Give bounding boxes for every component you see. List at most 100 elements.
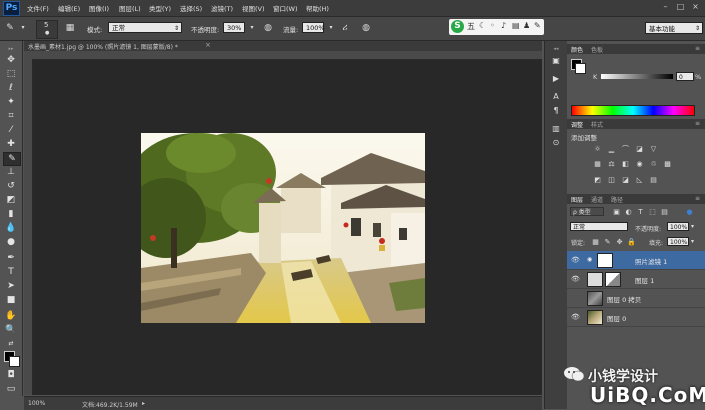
history-icon[interactable]: ▣ xyxy=(549,55,563,67)
chevron-down-icon[interactable]: ▾ xyxy=(691,238,694,245)
document-info[interactable]: 文档:469.2K/1.59M xyxy=(82,400,138,409)
tab-adjustments[interactable]: 调整 xyxy=(571,120,583,129)
layer-opacity-input[interactable]: 100% xyxy=(667,222,689,231)
mode-select[interactable]: 正常 ⇕ xyxy=(108,22,182,33)
filter-type-icon[interactable]: T xyxy=(636,208,645,216)
tab-layers[interactable]: 图层 xyxy=(571,195,583,204)
curves-icon[interactable]: ⌒ xyxy=(621,145,630,153)
ime-mode-label[interactable]: 五 xyxy=(467,21,475,32)
zoom-level[interactable]: 100% xyxy=(28,400,45,407)
menu-window[interactable]: 窗口(W) xyxy=(273,3,298,13)
panel-menu-icon[interactable]: ≡ xyxy=(695,195,700,202)
menu-filter[interactable]: 滤镜(T) xyxy=(211,3,233,13)
exposure-icon[interactable]: ◪ xyxy=(635,145,644,153)
layer-name[interactable]: 图层 1 xyxy=(635,275,654,285)
visibility-eye-icon[interactable]: 👁 xyxy=(571,313,580,321)
maximize-button[interactable]: □ xyxy=(675,2,686,12)
visibility-eye-icon[interactable]: ▢ xyxy=(571,294,578,302)
layer-row[interactable]: 👁 图层 0 xyxy=(567,308,705,327)
filter-shape-icon[interactable]: ⬚ xyxy=(648,208,657,216)
black-white-icon[interactable]: ◧ xyxy=(621,160,630,168)
airbrush-icon[interactable]: ሪ xyxy=(339,22,351,34)
visibility-eye-icon[interactable]: 👁 xyxy=(571,275,580,283)
menu-view[interactable]: 视图(V) xyxy=(242,3,265,13)
move-tool-icon[interactable]: ✥ xyxy=(3,54,19,66)
brush-tool-icon[interactable]: ✎ xyxy=(4,22,16,34)
hand-tool-icon[interactable]: ✋ xyxy=(3,310,19,322)
color-value-input[interactable]: 0 xyxy=(676,72,694,81)
close-button[interactable]: × xyxy=(690,2,701,12)
lock-position-icon[interactable]: ✥ xyxy=(615,238,624,246)
actions-icon[interactable]: ▶ xyxy=(549,73,563,85)
canvas-image[interactable] xyxy=(141,133,425,323)
document-tab[interactable]: 水墨画_素材1.jpg @ 100% (照片滤镜 1, 图层蒙版/8) * × xyxy=(24,41,542,51)
quick-select-tool-icon[interactable]: ✦ xyxy=(3,96,19,108)
brush-tool-icon[interactable]: ✎ xyxy=(3,152,21,166)
clone-source-icon[interactable]: ⊙ xyxy=(549,137,563,149)
brush-presets-icon[interactable]: ▥ xyxy=(549,123,563,135)
quick-mask-icon[interactable]: ◘ xyxy=(3,369,19,381)
selective-color-icon[interactable]: ◺ xyxy=(635,176,644,184)
pressure-size-icon[interactable]: ◍ xyxy=(360,22,372,34)
zoom-tool-icon[interactable]: 🔍 xyxy=(3,324,19,336)
dodge-tool-icon[interactable]: ● xyxy=(3,236,19,248)
color-spectrum[interactable] xyxy=(571,105,695,116)
gradient-map-icon[interactable]: ▤ xyxy=(649,176,658,184)
lock-transparent-icon[interactable]: ▦ xyxy=(591,238,600,246)
chevron-down-icon[interactable]: ▾ xyxy=(17,22,29,34)
lasso-tool-icon[interactable]: ℓ xyxy=(3,82,19,94)
menu-image[interactable]: 图像(I) xyxy=(89,3,109,13)
filter-smart-object-icon[interactable]: ▤ xyxy=(660,208,669,216)
clone-stamp-tool-icon[interactable]: ⊥ xyxy=(3,166,19,178)
marquee-tool-icon[interactable]: ⬚ xyxy=(3,68,19,80)
layer-row[interactable]: 👁 ◉ 照片滤镜 1 xyxy=(567,251,705,270)
levels-icon[interactable]: ▁ xyxy=(607,145,616,153)
layer-row[interactable]: 👁 图层 1 xyxy=(567,270,705,289)
gradient-tool-icon[interactable]: ▮ xyxy=(3,208,19,220)
chevron-right-icon[interactable]: ▸ xyxy=(142,400,145,407)
panel-menu-icon[interactable]: ≡ xyxy=(695,120,700,127)
brush-preset-picker[interactable]: 5 ● xyxy=(36,20,58,39)
moon-icon[interactable]: ☾ xyxy=(479,21,486,30)
path-select-tool-icon[interactable]: ➤ xyxy=(3,280,19,292)
channel-mixer-icon[interactable]: ♲ xyxy=(649,160,658,168)
posterize-icon[interactable]: ◫ xyxy=(607,176,616,184)
layer-mask-thumbnail[interactable] xyxy=(605,272,621,287)
skin-icon[interactable]: ♟ xyxy=(523,21,530,30)
menu-type[interactable]: 类型(Y) xyxy=(149,3,171,13)
eraser-tool-icon[interactable]: ◩ xyxy=(3,194,19,206)
chevron-down-icon[interactable]: ▾ xyxy=(691,223,694,230)
vibrance-icon[interactable]: ▽ xyxy=(649,145,658,153)
history-brush-tool-icon[interactable]: ↺ xyxy=(3,180,19,192)
color-balance-icon[interactable]: ⚖ xyxy=(607,160,616,168)
properties-icon[interactable]: A xyxy=(549,91,563,103)
type-tool-icon[interactable]: T xyxy=(3,266,19,278)
pressure-opacity-icon[interactable]: ◍ xyxy=(262,22,274,34)
black-slider[interactable] xyxy=(601,74,673,79)
layer-row[interactable]: ▢ 图层 0 拷贝 xyxy=(567,289,705,308)
photo-filter-icon[interactable]: ◉ xyxy=(635,160,644,168)
background-color-swatch[interactable] xyxy=(575,63,586,74)
layer-name[interactable]: 照片滤镜 1 xyxy=(635,256,667,266)
filter-toggle-icon[interactable]: ● xyxy=(685,208,694,216)
lock-pixels-icon[interactable]: ✎ xyxy=(603,238,612,246)
blur-tool-icon[interactable]: 💧 xyxy=(3,222,19,234)
workspace-switcher[interactable]: 基本功能 ⇕ xyxy=(645,22,703,34)
menu-layer[interactable]: 图层(L) xyxy=(119,3,141,13)
layer-name[interactable]: 图层 0 xyxy=(607,313,626,323)
filter-adjustment-icon[interactable]: ◐ xyxy=(624,208,633,216)
crop-tool-icon[interactable]: ⌗ xyxy=(3,110,19,122)
panel-menu-icon[interactable]: ≡ xyxy=(695,45,700,52)
brush-panel-icon[interactable]: ▦ xyxy=(64,22,76,34)
paragraph-icon[interactable]: ¶ xyxy=(549,105,563,117)
layer-name[interactable]: 图层 0 拷贝 xyxy=(607,294,641,304)
threshold-icon[interactable]: ◪ xyxy=(621,176,630,184)
tab-paths[interactable]: 路径 xyxy=(611,195,623,204)
tab-color[interactable]: 颜色 xyxy=(571,45,583,54)
hue-saturation-icon[interactable]: ▦ xyxy=(593,160,602,168)
filter-pixel-icon[interactable]: ▣ xyxy=(612,208,621,216)
collapse-icon[interactable]: ◂◂ xyxy=(549,43,563,55)
opacity-input[interactable]: 30% xyxy=(223,22,245,33)
screen-mode-icon[interactable]: ▭ xyxy=(3,383,19,395)
brightness-icon[interactable]: ☼ xyxy=(593,145,602,153)
